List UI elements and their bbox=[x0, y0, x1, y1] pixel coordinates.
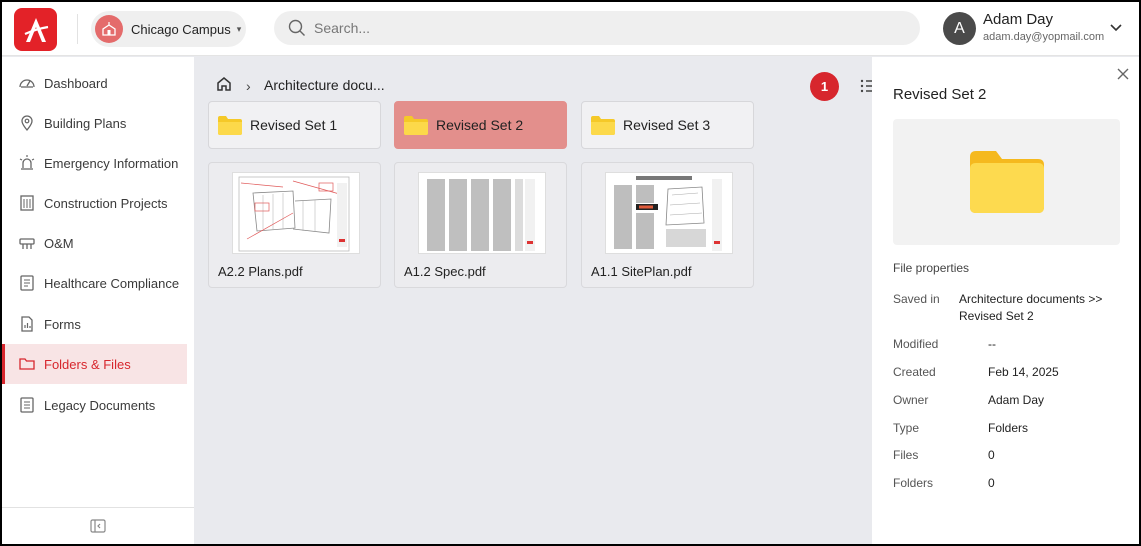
saved-in-folder: Revised Set 2 bbox=[959, 309, 1034, 323]
folder-card-selected[interactable]: Revised Set 2 bbox=[394, 101, 567, 149]
prop-value: Folders bbox=[988, 421, 1029, 435]
app-logo-icon[interactable] bbox=[14, 8, 57, 51]
sidebar-item-label: Emergency Information bbox=[44, 155, 179, 171]
documents-icon bbox=[18, 396, 36, 414]
notification-badge: 1 bbox=[810, 72, 839, 101]
file-thumbnail bbox=[605, 172, 733, 254]
sidebar-item-dashboard[interactable]: Dashboard bbox=[2, 63, 187, 103]
file-name: A1.1 SitePlan.pdf bbox=[591, 264, 692, 279]
prop-label: Folders bbox=[893, 476, 934, 490]
prop-value-saved-in: Architecture documents >> Revised Set 2 bbox=[959, 291, 1102, 325]
breadcrumb[interactable]: Architecture docu... bbox=[264, 77, 385, 93]
prop-label: Created bbox=[893, 365, 936, 379]
sidebar-item-label: Construction Projects bbox=[44, 195, 168, 211]
folder-icon bbox=[18, 355, 36, 373]
properties-heading: File properties bbox=[893, 261, 970, 275]
sidebar-item-emergency-information[interactable]: Emergency Information bbox=[2, 143, 187, 183]
folder-icon bbox=[590, 114, 616, 136]
search-input[interactable] bbox=[314, 20, 874, 36]
folder-icon bbox=[969, 151, 1044, 213]
campus-label: Chicago Campus bbox=[131, 21, 231, 37]
folder-name: Revised Set 3 bbox=[623, 117, 711, 133]
sidebar-item-label: Folders & Files bbox=[44, 356, 131, 372]
sidebar-collapse-button[interactable] bbox=[2, 507, 194, 544]
folder-preview bbox=[893, 119, 1120, 245]
sidebar-item-om[interactable]: O&M bbox=[2, 223, 187, 263]
campus-selector[interactable]: Chicago Campus ▾ bbox=[91, 11, 246, 47]
user-email: adam.day@yopmail.com bbox=[983, 31, 1105, 43]
folder-name: Revised Set 2 bbox=[436, 117, 524, 133]
sidebar-item-label: Building Plans bbox=[44, 115, 127, 131]
campus-building-icon bbox=[95, 15, 123, 43]
sidebar-item-forms[interactable]: Forms bbox=[2, 304, 187, 344]
home-icon[interactable] bbox=[216, 76, 232, 95]
prop-value: Feb 14, 2025 bbox=[988, 365, 1059, 379]
sidebar-item-legacy-documents[interactable]: Legacy Documents bbox=[2, 385, 187, 425]
sidebar-item-label: Legacy Documents bbox=[44, 397, 156, 413]
top-bar: Chicago Campus ▾ A Adam Day adam.day@yop… bbox=[2, 2, 1139, 56]
panel-title: Revised Set 2 bbox=[893, 86, 987, 103]
sidebar-item-building-plans[interactable]: Building Plans bbox=[2, 103, 187, 143]
building-icon bbox=[18, 194, 36, 212]
file-card[interactable]: A1.1 SitePlan.pdf bbox=[581, 162, 754, 288]
details-panel: Revised Set 2 File properties Saved in A… bbox=[872, 57, 1139, 544]
file-card[interactable]: A1.2 Spec.pdf bbox=[394, 162, 567, 288]
prop-value: -- bbox=[988, 337, 996, 351]
form-chart-icon bbox=[18, 315, 36, 333]
file-name: A1.2 Spec.pdf bbox=[404, 264, 486, 279]
prop-value: 0 bbox=[988, 448, 995, 462]
prop-value: Adam Day bbox=[988, 393, 1045, 407]
prop-label: Owner bbox=[893, 393, 929, 407]
prop-label: Files bbox=[893, 448, 919, 462]
search-icon bbox=[288, 19, 305, 36]
folder-icon bbox=[403, 114, 429, 136]
prop-label: Saved in bbox=[893, 292, 940, 306]
chevron-down-icon: ▾ bbox=[236, 23, 242, 34]
file-card[interactable]: A2.2 Plans.pdf bbox=[208, 162, 381, 288]
prop-label: Modified bbox=[893, 337, 939, 351]
saved-in-path: Architecture documents >> bbox=[959, 292, 1103, 306]
chevron-down-icon[interactable] bbox=[1110, 21, 1122, 36]
folder-card[interactable]: Revised Set 1 bbox=[208, 101, 381, 149]
sidebar-item-label: O&M bbox=[44, 235, 74, 251]
alarm-light-icon bbox=[18, 154, 36, 172]
tools-icon bbox=[18, 234, 36, 252]
close-icon[interactable] bbox=[1116, 67, 1130, 84]
chevron-right-icon: › bbox=[246, 78, 251, 94]
sidebar: Dashboard Building Plans Emergency Infor… bbox=[2, 57, 194, 544]
folder-card[interactable]: Revised Set 3 bbox=[581, 101, 754, 149]
user-name: Adam Day bbox=[983, 11, 1054, 28]
avatar[interactable]: A bbox=[943, 12, 976, 45]
sidebar-item-folders-files[interactable]: Folders & Files bbox=[2, 344, 187, 384]
sidebar-item-label: Healthcare Compliance bbox=[44, 275, 180, 291]
file-name: A2.2 Plans.pdf bbox=[218, 264, 303, 279]
app-window: Chicago Campus ▾ A Adam Day adam.day@yop… bbox=[2, 2, 1139, 544]
prop-label: Type bbox=[893, 421, 920, 435]
file-thumbnail bbox=[418, 172, 546, 254]
file-thumbnail bbox=[232, 172, 360, 254]
sidebar-item-label: Dashboard bbox=[44, 75, 108, 91]
checklist-icon bbox=[18, 274, 36, 292]
sidebar-item-construction-projects[interactable]: Construction Projects bbox=[2, 183, 187, 223]
collapse-sidebar-icon bbox=[90, 519, 106, 533]
map-pin-icon bbox=[18, 114, 36, 132]
sidebar-item-healthcare-compliance[interactable]: Healthcare Compliance bbox=[2, 263, 187, 303]
folder-name: Revised Set 1 bbox=[250, 117, 338, 133]
divider bbox=[77, 14, 78, 44]
search-bar[interactable] bbox=[274, 11, 920, 45]
dashboard-gauge-icon bbox=[18, 74, 36, 92]
sidebar-item-label: Forms bbox=[44, 316, 81, 332]
folder-icon bbox=[217, 114, 243, 136]
prop-value: 0 bbox=[988, 476, 995, 490]
